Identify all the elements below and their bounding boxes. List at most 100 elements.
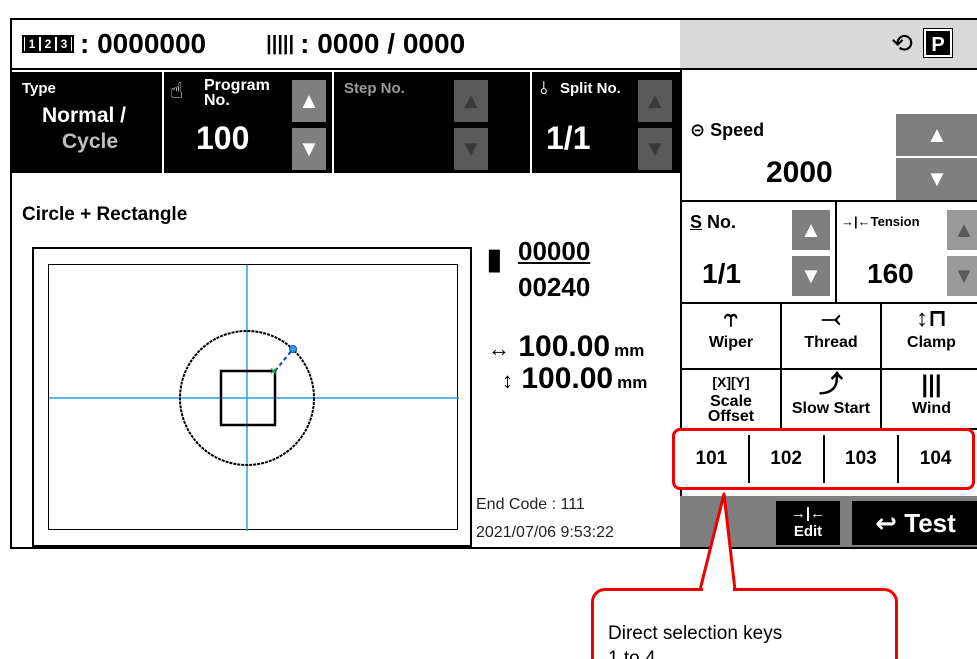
direct-selection-keys: 101 102 103 104 <box>672 428 975 490</box>
vertical-arrow-icon: ↕ <box>502 368 513 393</box>
xy-icon: [X][Y] <box>712 374 750 390</box>
thread-trim-icon: ⤙ <box>821 305 841 332</box>
program-down-button[interactable]: ▼ <box>292 128 326 170</box>
wiper-icon: ⥾ <box>724 305 738 332</box>
s-no-down-button[interactable]: ▼ <box>792 256 830 296</box>
clamp-label: Clamp <box>907 334 956 351</box>
program-value: 100 <box>196 120 250 156</box>
direct-key-2[interactable]: 102 <box>750 435 825 483</box>
height-row: ↕ 100.00 mm <box>488 362 647 396</box>
tension-header: →|←Tension <box>841 214 920 229</box>
tension-value: 160 <box>867 258 914 289</box>
program-up-button[interactable]: ▲ <box>292 80 326 122</box>
bobbin-wind-icon: ||| <box>921 371 942 398</box>
type-cell[interactable]: Type Normal / Cycle <box>12 72 162 173</box>
pattern-title: Circle + Rectangle <box>22 204 188 225</box>
step-down-button[interactable]: ▼ <box>454 128 488 170</box>
thread-key[interactable]: ⤙ Thread <box>782 304 882 370</box>
pattern-canvas: × <box>48 264 459 531</box>
test-label: Test <box>904 508 956 538</box>
speed-value: 2000 <box>766 156 833 189</box>
split-value: 1/1 <box>546 120 591 156</box>
width-value: 100.00 <box>518 330 611 363</box>
program-icon: ☝ <box>170 78 184 103</box>
tension-box: →|←Tension 160 ▲ ▼ <box>837 202 977 304</box>
p-mode-icon[interactable]: P <box>923 28 953 58</box>
speed-gauge-icon: ⊝ <box>690 120 706 140</box>
program-label-no: No. <box>204 92 230 109</box>
info-band: Type Normal / Cycle ☝ Program No. 100 ▲ … <box>12 72 680 173</box>
speed-label: Speed <box>710 120 765 140</box>
scale-label: Scale <box>710 393 752 410</box>
step-up-button[interactable]: ▲ <box>454 80 488 122</box>
speed-up-button[interactable]: ▲ <box>896 114 977 156</box>
pattern-drawing: × <box>49 265 459 531</box>
page: 123 : 0000000 ||||| : 0000 / 0000 ⟲ P Ty… <box>0 0 977 659</box>
edit-label: Edit <box>793 523 823 540</box>
split-down-button[interactable]: ▼ <box>638 128 672 170</box>
tension-up-button[interactable]: ▲ <box>947 210 977 250</box>
direct-key-3[interactable]: 103 <box>825 435 900 483</box>
tension-icon: →|← <box>841 214 871 229</box>
s-no-header: S No. <box>690 212 736 233</box>
edit-icon: →|← <box>790 505 826 522</box>
split-icon: ⫰ <box>540 78 548 98</box>
speed-box: ⊝ Speed 2000 ▲ ▼ <box>682 70 977 202</box>
program-cell: ☝ Program No. 100 ▲ ▼ <box>164 72 332 173</box>
scale-offset-key[interactable]: [X][Y] Scale Offset <box>682 370 782 430</box>
s-no-up-button[interactable]: ▲ <box>792 210 830 250</box>
bobbin-counter: ||||| : 0000 / 0000 <box>266 28 466 59</box>
width-unit: mm <box>614 341 645 360</box>
wind-label: Wind <box>912 400 951 417</box>
tension-label: Tension <box>870 214 920 229</box>
wiper-key[interactable]: ⥾ Wiper <box>682 304 782 370</box>
horizontal-arrow-icon: ↔ <box>488 336 510 361</box>
clamp-key[interactable]: ↕⊓ Clamp <box>882 304 977 370</box>
callout-joint <box>703 588 733 592</box>
datetime: 2021/07/06 9:53:22 <box>476 524 614 541</box>
s-no-value: 1/1 <box>702 258 741 289</box>
s-no-label: No. <box>707 212 737 232</box>
type-label: Type <box>22 80 56 97</box>
s-icon: S <box>690 212 703 232</box>
offset-label: Offset <box>707 408 755 425</box>
counter-icon: 123 <box>22 35 74 53</box>
pattern-preview[interactable]: × <box>32 247 472 547</box>
direct-key-4[interactable]: 104 <box>899 435 972 483</box>
stitch-current: 00000 <box>518 236 591 266</box>
cycle-icon[interactable]: ⟲ <box>888 29 916 57</box>
callout-box: Direct selection keys 1 to 4 <box>591 588 898 659</box>
direct-key-1[interactable]: 101 <box>675 435 750 483</box>
type-value-line1: Normal / <box>42 104 127 127</box>
height-unit: mm <box>617 373 648 392</box>
s-no-box: S No. 1/1 ▲ ▼ <box>682 202 837 304</box>
callout-line-2: 1 to 4 <box>608 648 656 659</box>
end-code: End Code : 111 <box>476 496 585 513</box>
width-row: ↔ 100.00 mm <box>488 330 644 364</box>
header-bar: 123 : 0000000 ||||| : 0000 / 0000 <box>12 20 680 70</box>
test-button[interactable]: ↩ Test <box>852 501 977 545</box>
stitch-total: 00240 <box>518 272 591 302</box>
needle-icon: ▮ <box>486 243 503 276</box>
svg-text:×: × <box>270 364 277 378</box>
wind-key[interactable]: ||| Wind <box>882 370 977 430</box>
slow-start-label: Slow Start <box>791 400 871 417</box>
tension-down-button[interactable]: ▼ <box>947 256 977 296</box>
edit-button[interactable]: →|← Edit <box>776 501 840 545</box>
thread-label: Thread <box>804 334 858 351</box>
slow-start-icon: ⤴ <box>819 371 843 398</box>
test-return-icon: ↩ <box>875 508 898 538</box>
status-icons-area: ⟲ P <box>680 20 977 70</box>
bottom-action-bar: →|← Edit ↩ Test <box>680 496 977 547</box>
split-up-button[interactable]: ▲ <box>638 80 672 122</box>
speed-down-button[interactable]: ▼ <box>896 158 977 200</box>
clamp-icon: ↕⊓ <box>915 305 948 332</box>
callout-line-1: Direct selection keys <box>608 623 783 644</box>
type-value-line2: Cycle <box>62 130 119 153</box>
step-label: Step No. <box>344 80 405 97</box>
split-label: Split No. <box>560 80 621 97</box>
bobbin-icon: ||||| <box>266 32 295 55</box>
slow-start-key[interactable]: ⤴ Slow Start <box>782 370 882 430</box>
split-cell: ⫰ Split No. 1/1 ▲ ▼ <box>532 72 680 173</box>
speed-header: ⊝ Speed <box>690 120 764 141</box>
